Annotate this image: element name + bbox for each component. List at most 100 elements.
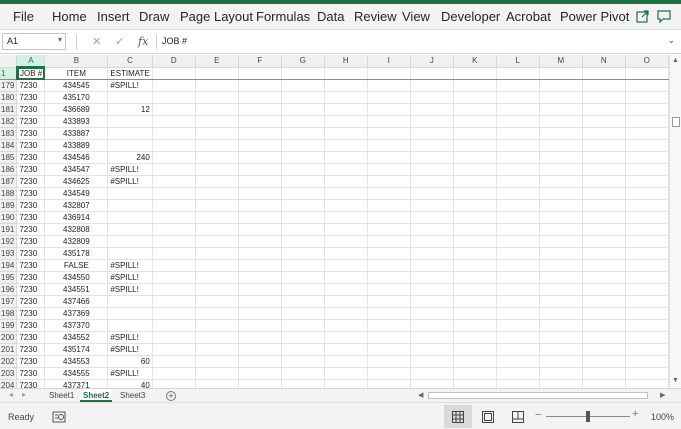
empty-cell[interactable]	[195, 319, 239, 332]
next-sheet-icon[interactable]: ▸	[22, 390, 26, 399]
cell-c[interactable]: ESTIMATE	[107, 67, 153, 80]
empty-cell[interactable]	[625, 379, 669, 388]
empty-cell[interactable]	[410, 295, 454, 308]
empty-cell[interactable]	[281, 175, 325, 188]
empty-cell[interactable]	[496, 319, 540, 332]
empty-cell[interactable]	[152, 163, 196, 176]
empty-cell[interactable]	[238, 307, 282, 320]
empty-cell[interactable]	[453, 175, 497, 188]
empty-cell[interactable]	[539, 307, 583, 320]
empty-cell[interactable]	[539, 151, 583, 164]
empty-cell[interactable]	[367, 319, 411, 332]
empty-cell[interactable]	[324, 355, 368, 368]
empty-cell[interactable]	[195, 139, 239, 152]
row-header[interactable]: 200	[0, 331, 18, 344]
empty-cell[interactable]	[367, 115, 411, 128]
empty-cell[interactable]	[281, 319, 325, 332]
empty-cell[interactable]	[539, 283, 583, 296]
cell-b[interactable]: 434550	[44, 271, 109, 284]
cell-b[interactable]: 432809	[44, 235, 109, 248]
empty-cell[interactable]	[582, 115, 626, 128]
empty-cell[interactable]	[281, 367, 325, 380]
empty-cell[interactable]	[582, 187, 626, 200]
zoom-out-button[interactable]: −	[535, 409, 541, 421]
row-header[interactable]: 201	[0, 343, 18, 356]
cell-b[interactable]: 437370	[44, 319, 109, 332]
empty-cell[interactable]	[324, 139, 368, 152]
empty-cell[interactable]	[582, 67, 626, 80]
scroll-down-icon[interactable]: ▼	[672, 377, 679, 384]
cell-b[interactable]: 434549	[44, 187, 109, 200]
scroll-left-icon[interactable]: ◀	[418, 391, 423, 399]
page-layout-view-button[interactable]	[474, 405, 502, 428]
empty-cell[interactable]	[281, 355, 325, 368]
empty-cell[interactable]	[453, 139, 497, 152]
empty-cell[interactable]	[281, 271, 325, 284]
row-header[interactable]: 180	[0, 91, 18, 104]
row-header[interactable]: 197	[0, 295, 18, 308]
empty-cell[interactable]	[324, 247, 368, 260]
cell-b[interactable]: 435178	[44, 247, 109, 260]
empty-cell[interactable]	[152, 139, 196, 152]
empty-cell[interactable]	[539, 199, 583, 212]
empty-cell[interactable]	[496, 223, 540, 236]
empty-cell[interactable]	[625, 151, 669, 164]
empty-cell[interactable]	[539, 175, 583, 188]
column-header-a[interactable]: A	[16, 55, 46, 68]
empty-cell[interactable]	[496, 91, 540, 104]
empty-cell[interactable]	[238, 343, 282, 356]
empty-cell[interactable]	[539, 67, 583, 80]
empty-cell[interactable]	[539, 247, 583, 260]
cell-b[interactable]: FALSE	[44, 259, 109, 272]
empty-cell[interactable]	[496, 139, 540, 152]
empty-cell[interactable]	[238, 379, 282, 388]
empty-cell[interactable]	[281, 187, 325, 200]
empty-cell[interactable]	[410, 211, 454, 224]
cell-b[interactable]: ITEM	[44, 67, 109, 80]
empty-cell[interactable]	[238, 223, 282, 236]
empty-cell[interactable]	[625, 259, 669, 272]
row-header[interactable]: 192	[0, 235, 18, 248]
empty-cell[interactable]	[238, 295, 282, 308]
empty-cell[interactable]	[281, 139, 325, 152]
empty-cell[interactable]	[238, 355, 282, 368]
empty-cell[interactable]	[195, 235, 239, 248]
empty-cell[interactable]	[582, 295, 626, 308]
cell-a[interactable]: 7230	[16, 355, 46, 368]
tab-draw[interactable]: Draw	[139, 9, 169, 24]
empty-cell[interactable]	[539, 271, 583, 284]
empty-cell[interactable]	[152, 79, 196, 92]
empty-cell[interactable]	[496, 343, 540, 356]
empty-cell[interactable]	[238, 199, 282, 212]
empty-cell[interactable]	[152, 211, 196, 224]
comment-icon[interactable]	[655, 7, 673, 25]
empty-cell[interactable]	[281, 163, 325, 176]
column-header-i[interactable]: I	[367, 55, 411, 68]
empty-cell[interactable]	[410, 343, 454, 356]
empty-cell[interactable]	[324, 67, 368, 80]
empty-cell[interactable]	[238, 139, 282, 152]
empty-cell[interactable]	[410, 175, 454, 188]
empty-cell[interactable]	[324, 331, 368, 344]
empty-cell[interactable]	[195, 127, 239, 140]
empty-cell[interactable]	[625, 271, 669, 284]
cell-b[interactable]: 432807	[44, 199, 109, 212]
empty-cell[interactable]	[410, 319, 454, 332]
empty-cell[interactable]	[539, 139, 583, 152]
empty-cell[interactable]	[195, 355, 239, 368]
empty-cell[interactable]	[453, 235, 497, 248]
row-header[interactable]: 182	[0, 115, 18, 128]
empty-cell[interactable]	[496, 379, 540, 388]
empty-cell[interactable]	[324, 115, 368, 128]
empty-cell[interactable]	[238, 151, 282, 164]
empty-cell[interactable]	[625, 211, 669, 224]
column-header-b[interactable]: B	[44, 55, 109, 68]
empty-cell[interactable]	[367, 127, 411, 140]
empty-cell[interactable]	[281, 91, 325, 104]
empty-cell[interactable]	[582, 151, 626, 164]
empty-cell[interactable]	[539, 91, 583, 104]
zoom-slider-thumb[interactable]	[586, 411, 590, 422]
empty-cell[interactable]	[539, 355, 583, 368]
cell-a[interactable]: 7230	[16, 283, 46, 296]
empty-cell[interactable]	[539, 295, 583, 308]
